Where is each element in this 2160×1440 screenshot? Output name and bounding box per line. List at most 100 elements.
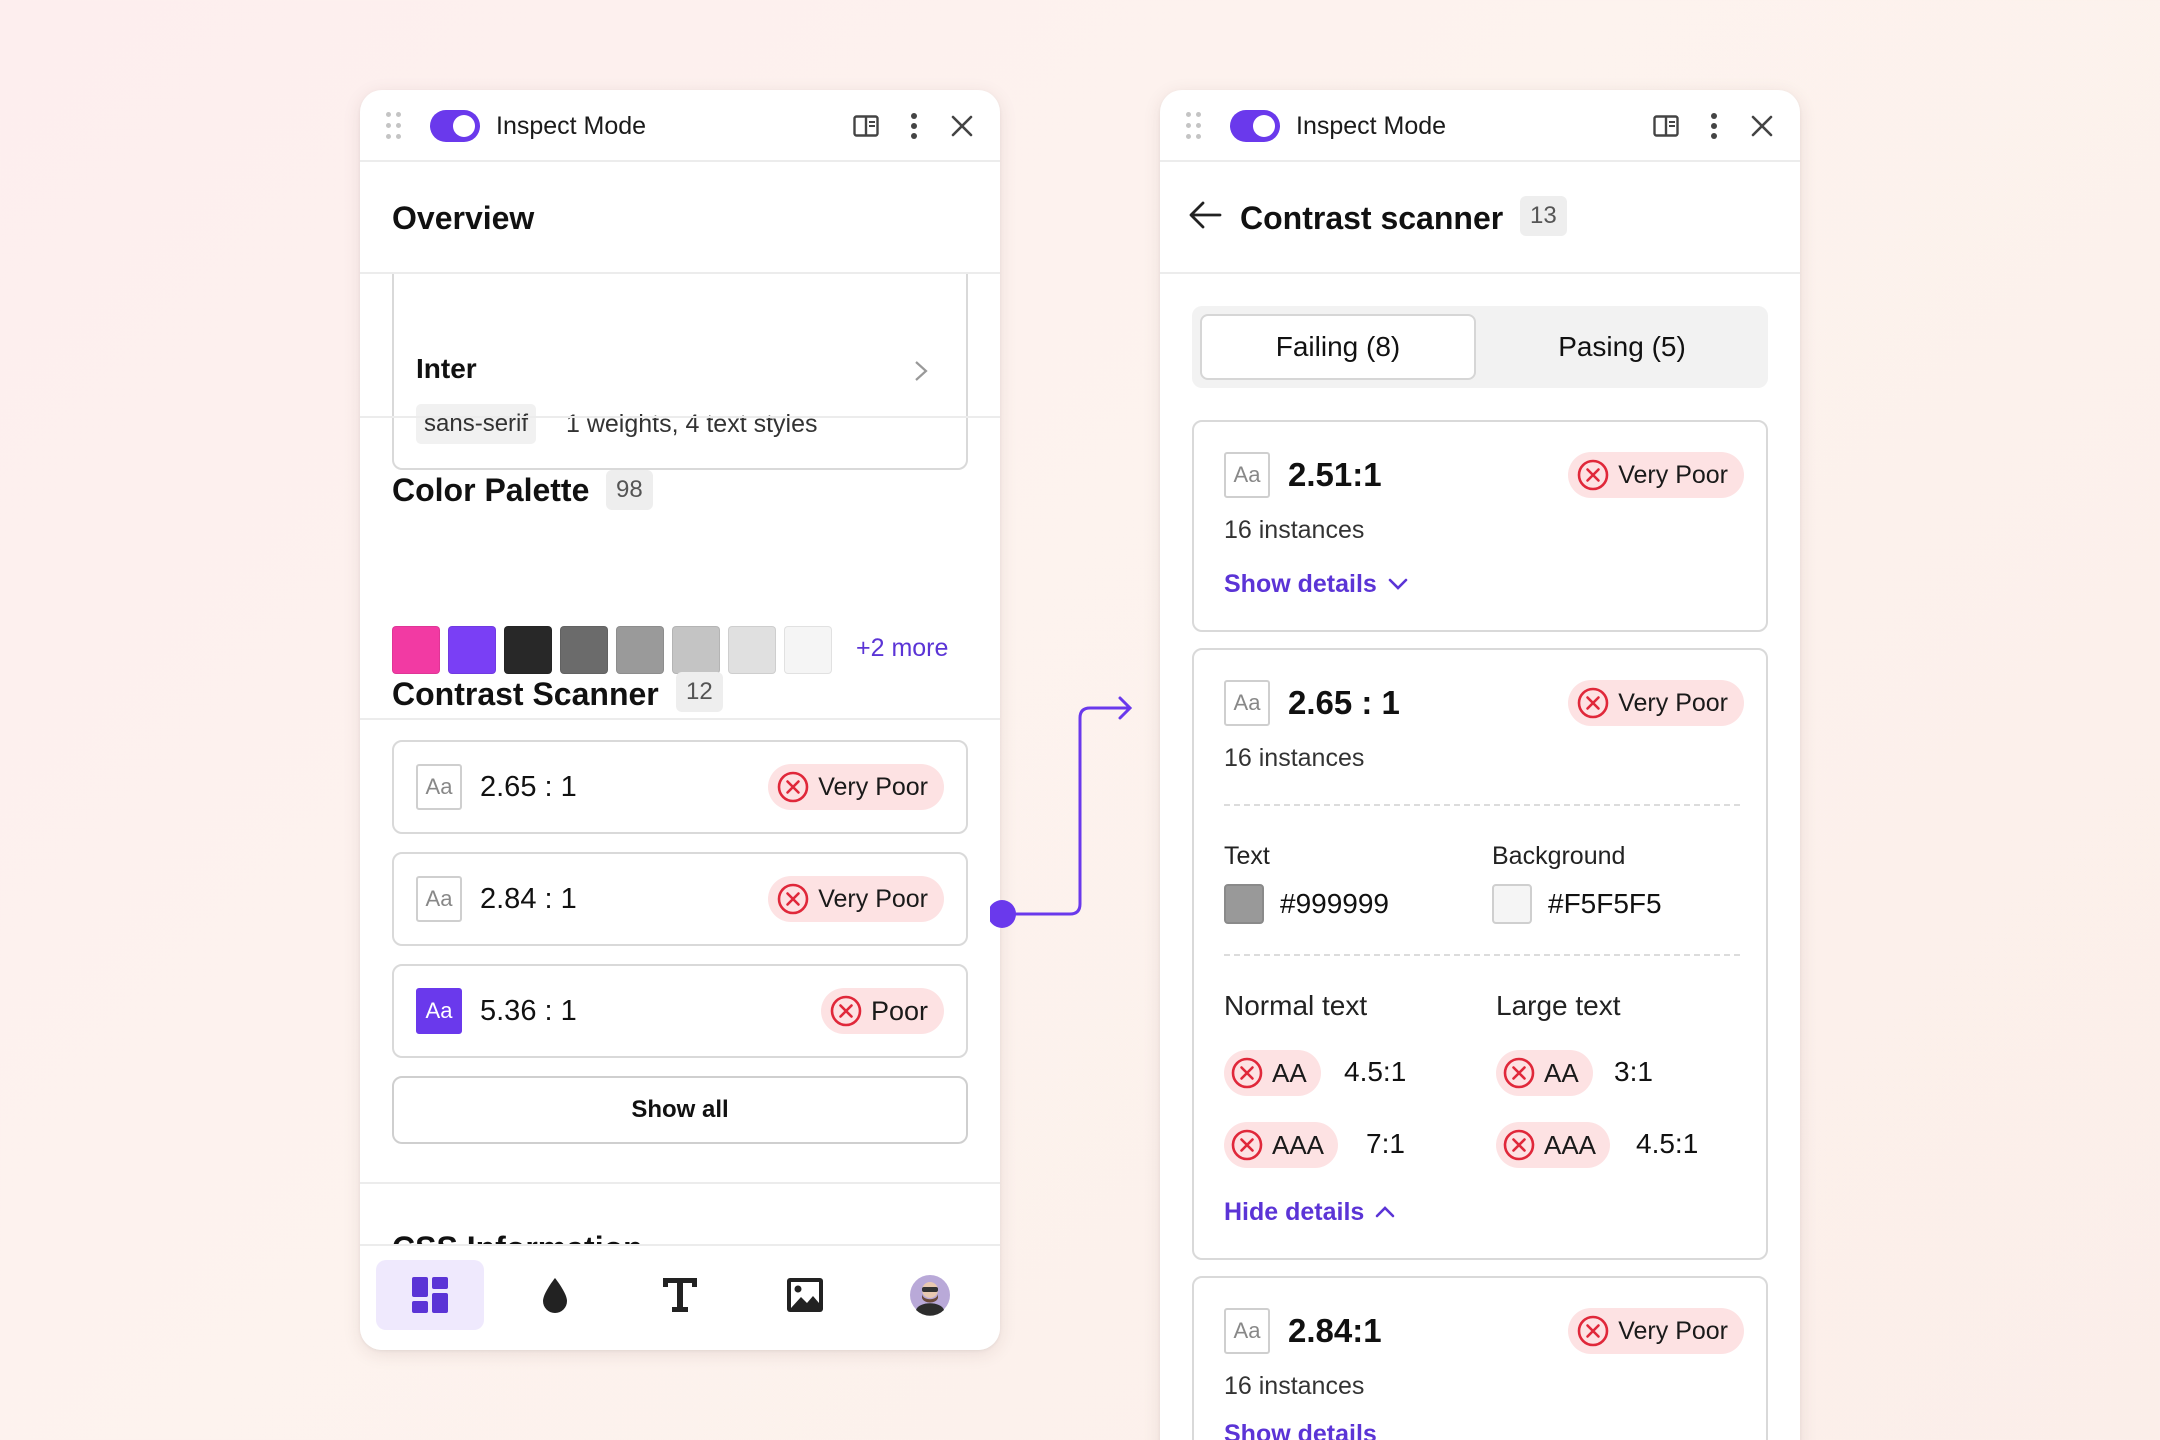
drag-handle-icon[interactable] [1186,112,1202,140]
contrast-item[interactable]: Aa 2.65 : 1 Very Poor [392,740,968,834]
color-swatch[interactable] [616,626,664,674]
tab-failing[interactable]: Failing (8) [1200,314,1476,380]
color-swatch[interactable] [504,626,552,674]
contrast-item[interactable]: Aa 5.36 : 1 Poor [392,964,968,1058]
color-count-badge: 98 [606,470,653,510]
contrast-result-card-expanded[interactable]: Aa 2.65 : 1 Very Poor 16 instances Text … [1192,648,1768,1260]
fail-x-icon [1503,1129,1535,1161]
section-divider [360,718,1000,720]
font-family-card[interactable]: Inter sans-serif 1 weights, 4 text style… [392,250,968,470]
color-swatch[interactable] [672,626,720,674]
nav-image-icon[interactable] [751,1260,859,1330]
text-sample-icon: Aa [416,876,462,922]
panel-topbar: Inspect Mode [360,90,1000,162]
status-badge: Very Poor [768,764,944,810]
contrast-ratio: 2.65 : 1 [480,771,577,803]
fail-x-icon [1231,1129,1263,1161]
instances-count: 16 instances [1224,744,1365,772]
back-arrow-icon[interactable] [1188,200,1222,235]
nav-typography-icon[interactable] [626,1260,734,1330]
nav-color-drop-icon[interactable] [501,1260,609,1330]
text-color-value: #999999 [1280,888,1390,919]
contrast-item[interactable]: Aa 2.84 : 1 Very Poor [392,852,968,946]
status-badge: Very Poor [1568,452,1744,498]
status-badge: Very Poor [1568,1308,1744,1354]
level-label: AAA [1544,1129,1597,1160]
level-label: AAA [1272,1129,1325,1160]
sidebar-layout-icon[interactable] [1648,108,1684,144]
normal-aa-threshold: 4.5:1 [1344,1056,1407,1087]
background-color-label: Background [1492,842,1626,870]
fail-x-icon [1577,1315,1609,1347]
color-swatch[interactable] [392,626,440,674]
normal-aaa-badge: AAA [1224,1122,1339,1168]
instances-count: 16 instances [1224,516,1365,544]
overview-title-label: Overview [392,200,535,236]
show-all-button[interactable]: Show all [392,1076,968,1144]
tab-passing[interactable]: Pasing (5) [1484,314,1760,380]
show-details-label: Show details [1224,1420,1377,1440]
font-name: Inter [416,353,477,384]
more-options-icon[interactable] [896,108,932,144]
section-divider [1160,272,1800,274]
normal-text-label: Normal text [1224,990,1368,1021]
topbar-title: Inspect Mode [1296,112,1447,140]
large-aa-badge: AA [1496,1050,1593,1096]
color-swatch[interactable] [560,626,608,674]
status-label: Very Poor [818,772,928,801]
chevron-right-icon [914,360,928,387]
status-label: Poor [870,995,928,1026]
more-colors-link[interactable]: +2 more [856,632,948,664]
inspect-panel-overview: Inspect Mode Overview Inter sans-serif 1… [360,90,1000,1350]
nav-overview-icon[interactable] [376,1260,484,1330]
contrast-result-card[interactable]: Aa 2.84:1 Very Poor 16 instances Show de… [1192,1276,1768,1440]
bottom-navigation [360,1244,1000,1350]
hide-details-label: Hide details [1224,1198,1365,1226]
fail-x-icon [777,771,809,803]
show-details-link[interactable]: Show details [1224,568,1409,600]
contrast-ratio: 2.51:1 [1288,456,1382,493]
dashed-divider [1224,804,1740,806]
inspect-panel-contrast-scanner: Inspect Mode Contrast scanner 13 Failing… [1160,90,1800,1440]
fail-x-icon [1577,687,1609,719]
contrast-result-card[interactable]: Aa 2.51:1 Very Poor 16 instances Show de… [1192,420,1768,632]
fail-x-icon [1503,1057,1535,1089]
contrast-scanner-heading: Contrast Scanner [392,674,659,714]
text-sample-icon: Aa [416,764,462,810]
normal-aaa-threshold: 7:1 [1366,1128,1405,1159]
contrast-count-badge: 12 [676,672,723,712]
result-filter-tabs: Failing (8) Pasing (5) [1192,306,1768,388]
show-details-link[interactable]: Show details [1224,1418,1377,1440]
status-label: Very Poor [1618,688,1728,717]
more-options-icon[interactable] [1696,108,1732,144]
fail-x-icon [777,883,809,915]
contrast-ratio: 5.36 : 1 [480,995,577,1027]
text-color-swatch [1224,884,1264,924]
status-label: Very Poor [818,884,928,913]
large-aa-threshold: 3:1 [1614,1056,1653,1087]
status-badge: Poor [820,988,944,1034]
connector-arrow [990,696,1133,928]
inspect-mode-toggle[interactable] [1230,110,1280,142]
text-color-label: Text [1224,842,1270,870]
text-sample-icon: Aa [1224,1308,1270,1354]
hide-details-link[interactable]: Hide details [1224,1196,1396,1228]
close-icon[interactable] [1744,108,1780,144]
fail-x-icon [1577,459,1609,491]
color-swatch[interactable] [448,626,496,674]
nav-profile-avatar[interactable] [876,1260,984,1330]
dashed-divider [1224,954,1740,956]
fail-x-icon [830,995,862,1027]
close-icon[interactable] [944,108,980,144]
drag-handle-icon[interactable] [386,112,402,140]
color-swatch[interactable] [784,626,832,674]
show-details-label: Show details [1224,570,1377,598]
section-divider [360,1182,1000,1184]
sidebar-layout-icon[interactable] [848,108,884,144]
text-sample-icon: Aa [1224,680,1270,726]
color-swatch[interactable] [728,626,776,674]
inspect-mode-toggle[interactable] [430,110,480,142]
large-aaa-badge: AAA [1496,1122,1611,1168]
contrast-ratio: 2.84 : 1 [480,883,577,915]
status-badge: Very Poor [1568,680,1744,726]
